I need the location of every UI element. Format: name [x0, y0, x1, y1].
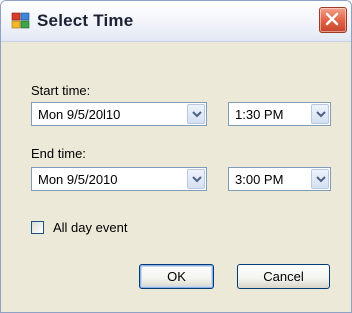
ok-button[interactable]: OK: [139, 264, 214, 289]
end-time-dropdown-button[interactable]: [311, 169, 329, 189]
window-title: Select Time: [37, 11, 134, 30]
start-time-combo[interactable]: 1:30 PM: [228, 102, 331, 126]
chevron-down-icon: [316, 176, 326, 183]
close-button[interactable]: [319, 7, 347, 33]
start-time-label: Start time:: [31, 83, 91, 98]
end-time-combo[interactable]: 3:00 PM: [228, 167, 331, 191]
end-date-dropdown-button[interactable]: [187, 169, 205, 189]
cancel-button[interactable]: Cancel: [237, 264, 330, 289]
chevron-down-icon: [316, 111, 326, 118]
all-day-label[interactable]: All day event: [53, 220, 127, 235]
chevron-down-icon: [192, 111, 202, 118]
end-date-value: Mon 9/5/2010: [38, 172, 118, 187]
title-bar[interactable]: Select Time: [1, 1, 351, 42]
start-date-dropdown-button[interactable]: [187, 104, 205, 124]
select-time-dialog: Select Time Start time: Mon 9/5/20l10 1:…: [0, 0, 352, 313]
end-time-value: 3:00 PM: [235, 172, 284, 187]
chevron-down-icon: [192, 176, 202, 183]
close-icon: [325, 12, 339, 26]
dialog-content: Start time: Mon 9/5/20l10 1:30 PM End ti…: [1, 42, 351, 312]
start-date-value: Mon 9/5/20l10: [38, 107, 121, 122]
start-time-dropdown-button[interactable]: [311, 104, 329, 124]
start-time-value: 1:30 PM: [235, 107, 284, 122]
end-time-label: End time:: [31, 146, 86, 161]
end-date-combo[interactable]: Mon 9/5/2010: [31, 167, 207, 191]
start-date-combo[interactable]: Mon 9/5/20l10: [31, 102, 207, 126]
all-day-checkbox[interactable]: [31, 221, 44, 234]
app-icon: [11, 11, 31, 31]
